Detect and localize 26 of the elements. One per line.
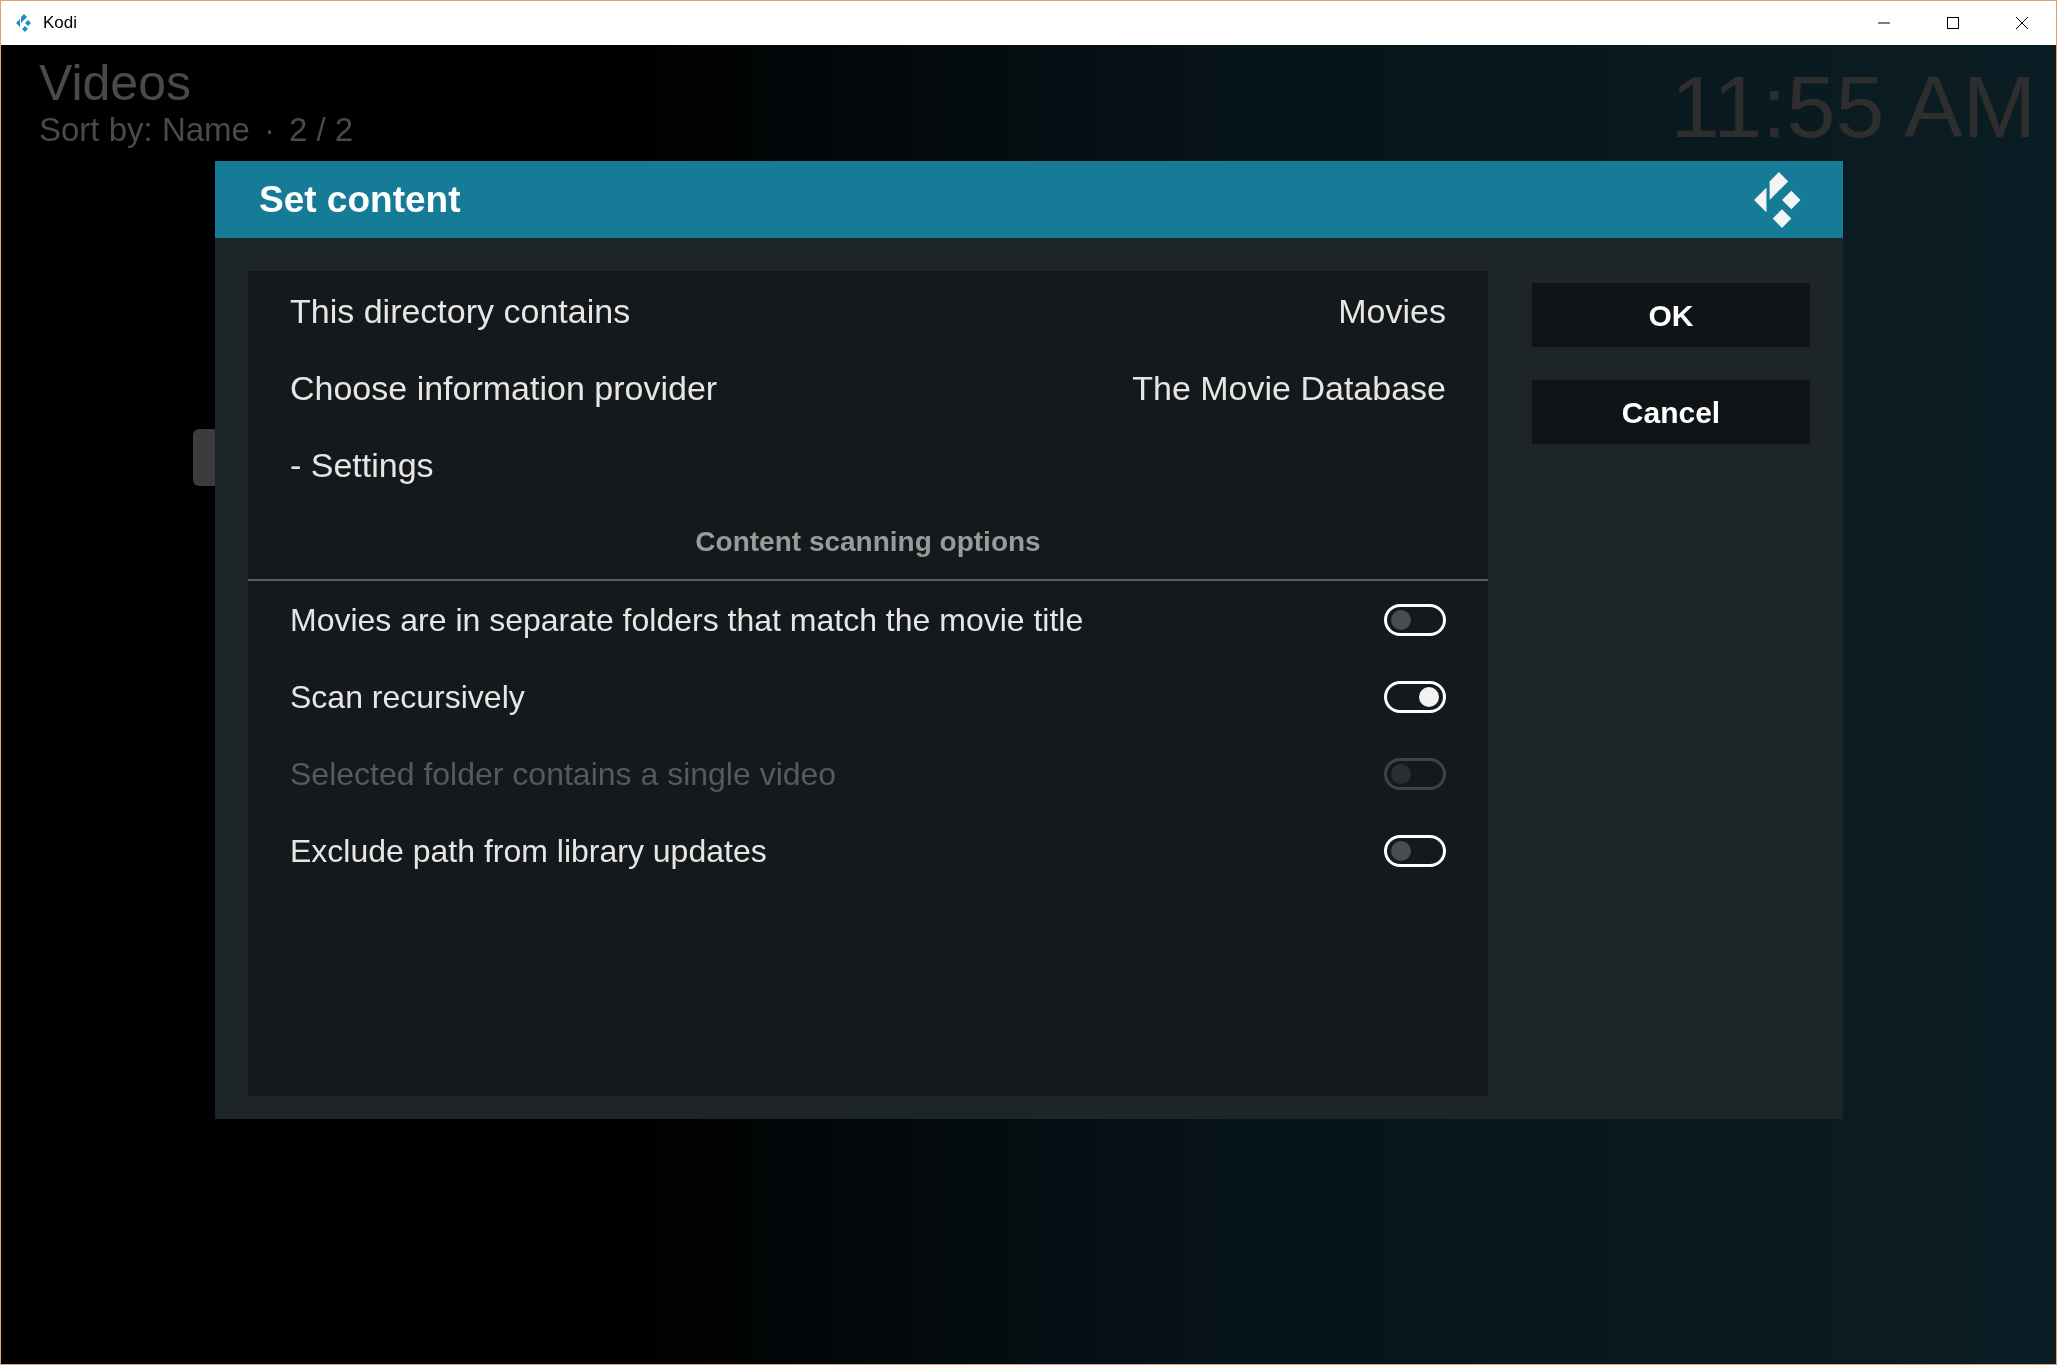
toggle-row[interactable]: Movies are in separate folders that match the movie title xyxy=(248,581,1488,658)
setting-label: Selected folder contains a single video xyxy=(290,754,837,794)
setting-row[interactable]: - Settings xyxy=(248,427,1488,504)
setting-label: - Settings xyxy=(290,445,434,486)
setting-value: Movies xyxy=(1338,291,1446,332)
toggle-row[interactable]: Exclude path from library updates xyxy=(248,812,1488,889)
window-title: Kodi xyxy=(43,12,78,35)
dialog-button[interactable]: Cancel xyxy=(1532,380,1810,444)
setting-label: This directory contains xyxy=(290,291,631,332)
sort-label: Sort by: Name xyxy=(39,111,250,149)
setting-value: The Movie Database xyxy=(1132,368,1446,409)
setting-label: Movies are in separate folders that match the movie title xyxy=(290,600,1084,640)
setting-label: Choose information provider xyxy=(290,368,718,409)
dialog-title: Set content xyxy=(259,177,461,222)
page-title: Videos xyxy=(39,55,192,111)
separator: · xyxy=(263,111,275,149)
setting-label: Scan recursively xyxy=(290,677,525,717)
close-icon xyxy=(2014,16,2029,30)
setting-label: Exclude path from library updates xyxy=(290,831,767,871)
dialog-button[interactable]: OK xyxy=(1532,283,1810,347)
setting-row[interactable]: Choose information provider The Movie Database xyxy=(248,350,1488,427)
item-count: 2 / 2 xyxy=(288,111,354,149)
maximize-icon xyxy=(1945,16,1960,30)
setting-row[interactable]: This directory contains Movies xyxy=(248,273,1488,350)
section-heading: Content scanning options xyxy=(695,524,1041,559)
toggle-row[interactable]: Scan recursively xyxy=(248,658,1488,735)
